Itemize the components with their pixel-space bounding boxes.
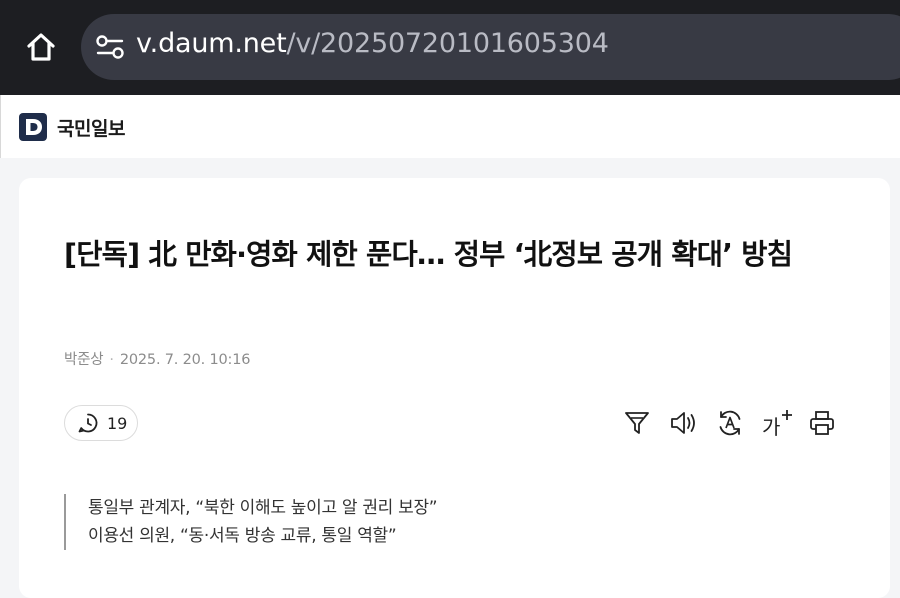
address-bar[interactable]: v.daum.net/v/20250720101605304 <box>81 14 900 80</box>
publish-date: 2025. 7. 20. 10:16 <box>119 352 251 368</box>
comment-button[interactable]: 19 <box>64 405 138 441</box>
author-name[interactable]: 박준상 <box>64 352 104 368</box>
comment-count: 19 <box>107 413 128 433</box>
press-name[interactable]: 국민일보 <box>57 114 125 141</box>
browser-toolbar: v.daum.net/v/20250720101605304 <box>0 0 900 95</box>
speaker-icon <box>671 412 695 434</box>
summary-line-1: 통일부 관계자, “북한 이해도 높이고 알 권리 보장” <box>88 498 438 518</box>
printer-icon <box>810 411 834 435</box>
article-card: [단독] 北 만화·영화 제한 푼다… 정부 ‘北정보 공개 확대’ 방침 박준… <box>19 178 890 598</box>
url-text[interactable]: v.daum.net/v/20250720101605304 <box>136 28 609 59</box>
article-headline: [단독] 北 만화·영화 제한 푼다… 정부 ‘北정보 공개 확대’ 방침 <box>64 238 793 271</box>
filter-icon <box>625 412 649 434</box>
summary-button[interactable] <box>622 408 652 438</box>
comment-icon <box>78 413 98 433</box>
home-button[interactable] <box>20 26 62 68</box>
article-summary: 통일부 관계자, “북한 이해도 높이고 알 권리 보장” 이용선 의원, “동… <box>64 494 438 550</box>
listen-button[interactable] <box>668 408 698 438</box>
translate-icon <box>719 410 741 436</box>
font-size-button[interactable]: 가 <box>761 408 795 439</box>
url-host: v.daum.net <box>136 28 287 59</box>
font-size-label: 가 <box>762 415 781 439</box>
daum-logo-icon[interactable] <box>19 113 47 141</box>
translate-button[interactable] <box>715 408 745 438</box>
print-button[interactable] <box>807 408 837 438</box>
home-icon <box>27 33 55 61</box>
site-info-icon[interactable] <box>95 33 125 61</box>
summary-line-2: 이용선 의원, “동·서독 방송 교류, 통일 역할” <box>88 526 397 546</box>
byline-separator: · <box>109 352 114 368</box>
url-path: /v/20250720101605304 <box>286 28 609 59</box>
site-header: 국민일보 <box>0 95 900 158</box>
plus-icon <box>782 410 792 420</box>
article-byline: 박준상 · 2025. 7. 20. 10:16 <box>64 348 250 369</box>
